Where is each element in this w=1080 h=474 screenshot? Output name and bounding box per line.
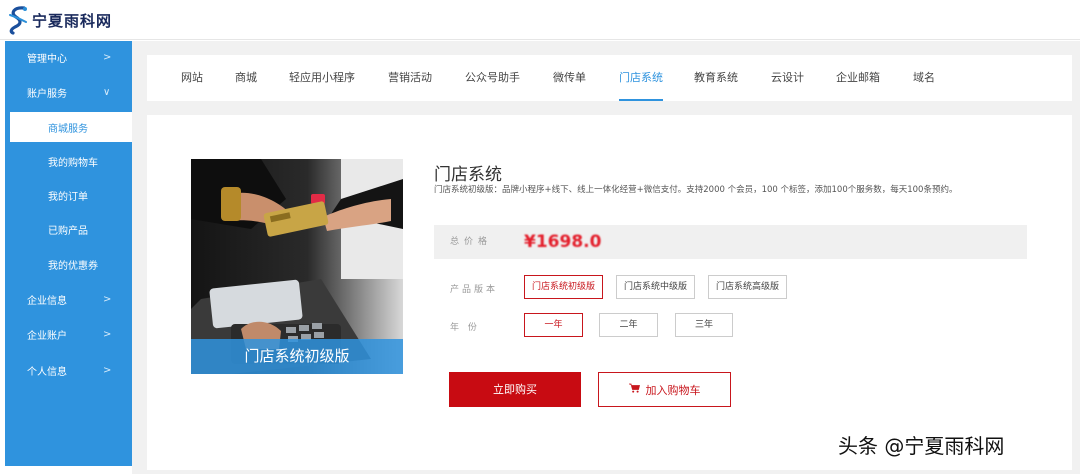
add-to-cart-button[interactable]: 加入购物车 — [598, 372, 731, 407]
sidebar-item-label: 个人信息 — [27, 366, 67, 378]
tab-mini-program[interactable]: 轻应用小程序 — [289, 55, 355, 101]
sidebar-item-label: 账户服务 — [27, 88, 67, 100]
sidebar-item-label: 我的优惠券 — [48, 260, 98, 272]
tab-website[interactable]: 网站 — [181, 55, 203, 101]
product-image: 门店系统初级版 — [191, 159, 403, 374]
sidebar-item-label: 我的订单 — [48, 191, 88, 203]
sidebar-item-label: 企业账户 — [27, 330, 67, 342]
price-value: ¥1698.0 — [524, 232, 602, 252]
sidebar-item-purchased-products[interactable]: 已购产品 — [5, 214, 132, 244]
sidebar-item-my-coupons[interactable]: 我的优惠券 — [5, 249, 132, 279]
watermark: 头条 @宁夏雨科网 — [838, 434, 1005, 458]
sidebar-item-company-info[interactable]: 企业信息 > — [5, 284, 132, 314]
top-bar: 宁夏雨科网 — [0, 0, 1080, 40]
tab-store-system[interactable]: 门店系统 — [619, 55, 663, 101]
sidebar-item-label: 商城服务 — [48, 123, 88, 135]
sidebar-item-account-services[interactable]: 账户服务 ∨ — [5, 77, 132, 107]
cart-icon — [628, 383, 640, 396]
tab-mall[interactable]: 商城 — [235, 55, 257, 101]
product-description: 门店系统初级版：品牌小程序+线下、线上一体化经营+微信支付。支持2000 个会员… — [434, 185, 958, 195]
tab-marketing[interactable]: 营销活动 — [388, 55, 432, 101]
year-option-two[interactable]: 二年 — [599, 313, 658, 337]
sidebar-item-mall-services[interactable]: 商城服务 — [10, 112, 132, 142]
product-title: 门店系统 — [434, 165, 502, 185]
sidebar-item-personal-info[interactable]: 个人信息 > — [5, 355, 132, 385]
chevron-right-icon: > — [103, 328, 112, 340]
sidebar-item-label: 管理中心 — [27, 53, 67, 65]
logo[interactable]: 宁夏雨科网 — [6, 4, 112, 36]
tab-enterprise-email[interactable]: 企业邮箱 — [836, 55, 880, 101]
product-tabs: 网站 商城 轻应用小程序 营销活动 公众号助手 微传单 门店系统 教育系统 云设… — [147, 55, 1072, 101]
sidebar: 管理中心 > 账户服务 ∨ 商城服务 我的购物车 我的订单 已购产品 我的优惠券… — [5, 41, 132, 466]
year-label: 年 份 — [450, 323, 480, 333]
sidebar-item-label: 已购产品 — [48, 225, 88, 237]
tab-cloud-design[interactable]: 云设计 — [771, 55, 804, 101]
tab-micro-flyer[interactable]: 微传单 — [553, 55, 586, 101]
chevron-right-icon: > — [103, 51, 112, 63]
year-option-one[interactable]: 一年 — [524, 313, 583, 337]
tab-education-system[interactable]: 教育系统 — [694, 55, 738, 101]
sidebar-item-label: 企业信息 — [27, 295, 67, 307]
version-option-advanced[interactable]: 门店系统高级版 — [708, 275, 787, 299]
sidebar-item-my-orders[interactable]: 我的订单 — [5, 180, 132, 210]
price-label: 总价格 — [450, 237, 493, 247]
brand-name: 宁夏雨科网 — [32, 11, 113, 30]
sidebar-item-label: 我的购物车 — [48, 157, 98, 169]
tab-domain[interactable]: 域名 — [913, 55, 935, 101]
chevron-down-icon: ∨ — [103, 86, 111, 98]
logo-icon — [9, 6, 27, 35]
sidebar-item-company-account[interactable]: 企业账户 > — [5, 319, 132, 349]
version-label: 产品版本 — [450, 285, 499, 295]
version-option-intermediate[interactable]: 门店系统中级版 — [616, 275, 695, 299]
sidebar-item-management-center[interactable]: 管理中心 > — [5, 42, 132, 72]
add-to-cart-label: 加入购物车 — [645, 383, 701, 397]
price-box: 总价格 ¥1698.0 — [434, 225, 1027, 259]
year-option-three[interactable]: 三年 — [675, 313, 733, 337]
chevron-right-icon: > — [103, 364, 112, 376]
image-caption: 门店系统初级版 — [191, 339, 403, 374]
chevron-right-icon: > — [103, 293, 112, 305]
tab-official-account[interactable]: 公众号助手 — [465, 55, 520, 101]
sidebar-item-my-cart[interactable]: 我的购物车 — [5, 146, 132, 176]
version-option-basic[interactable]: 门店系统初级版 — [524, 275, 603, 299]
buy-now-button[interactable]: 立即购买 — [449, 372, 581, 407]
